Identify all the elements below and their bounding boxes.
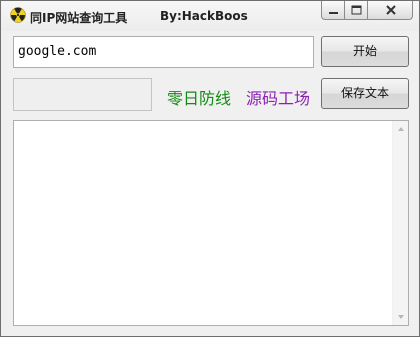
- scroll-down-icon[interactable]: [393, 309, 409, 325]
- minimize-icon: [329, 12, 338, 14]
- vertical-scrollbar[interactable]: [392, 121, 408, 325]
- results-textarea[interactable]: [13, 120, 409, 326]
- maximize-button[interactable]: [344, 1, 368, 20]
- close-button[interactable]: [367, 1, 413, 20]
- save-text-button[interactable]: 保存文本: [321, 78, 409, 109]
- minimize-button[interactable]: [321, 1, 345, 20]
- start-button[interactable]: 开始: [321, 36, 409, 67]
- author-label: By:HackBoos: [160, 9, 248, 23]
- domain-input[interactable]: google.com: [13, 36, 314, 68]
- source-code-link[interactable]: 源码工场: [246, 85, 310, 109]
- radiation-icon: [10, 7, 26, 23]
- zero-day-link[interactable]: 零日防线: [167, 85, 231, 109]
- status-box: [13, 78, 152, 111]
- maximize-icon: [351, 5, 362, 15]
- close-icon: [386, 5, 396, 15]
- scroll-up-icon[interactable]: [393, 121, 409, 137]
- window-title: 同IP网站查询工具: [30, 11, 128, 25]
- app-window: 同IP网站查询工具 By:HackBoos google.com 开始 零日防线…: [0, 0, 420, 337]
- title-bar[interactable]: 同IP网站查询工具 By:HackBoos: [1, 1, 419, 31]
